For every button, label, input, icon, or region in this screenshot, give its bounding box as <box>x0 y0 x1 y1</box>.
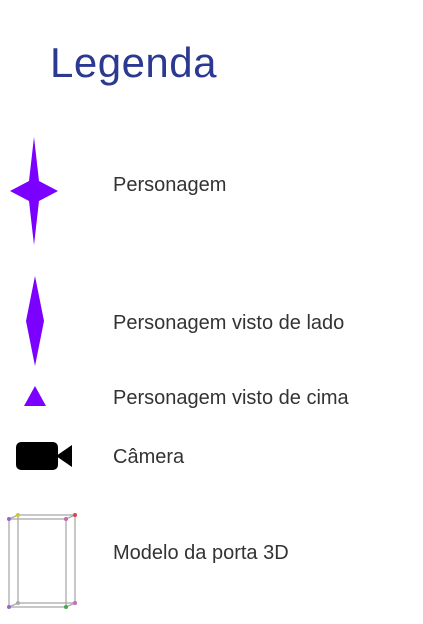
video-camera-icon <box>16 442 72 470</box>
legend-label-camera: Câmera <box>113 446 185 468</box>
legend-label-visto-de-lado: Personagem visto de lado <box>113 312 345 334</box>
legend-label-personagem: Personagem <box>113 174 227 196</box>
legend-title: Legenda <box>50 39 218 86</box>
vertical-diamond-icon <box>26 276 44 366</box>
four-point-star-icon <box>10 137 58 245</box>
triangle-icon <box>24 386 46 406</box>
wireframe-door-icon <box>7 513 77 609</box>
legend-label-visto-de-cima: Personagem visto de cima <box>113 387 349 409</box>
legend-label-modelo-porta: Modelo da porta 3D <box>113 542 289 564</box>
